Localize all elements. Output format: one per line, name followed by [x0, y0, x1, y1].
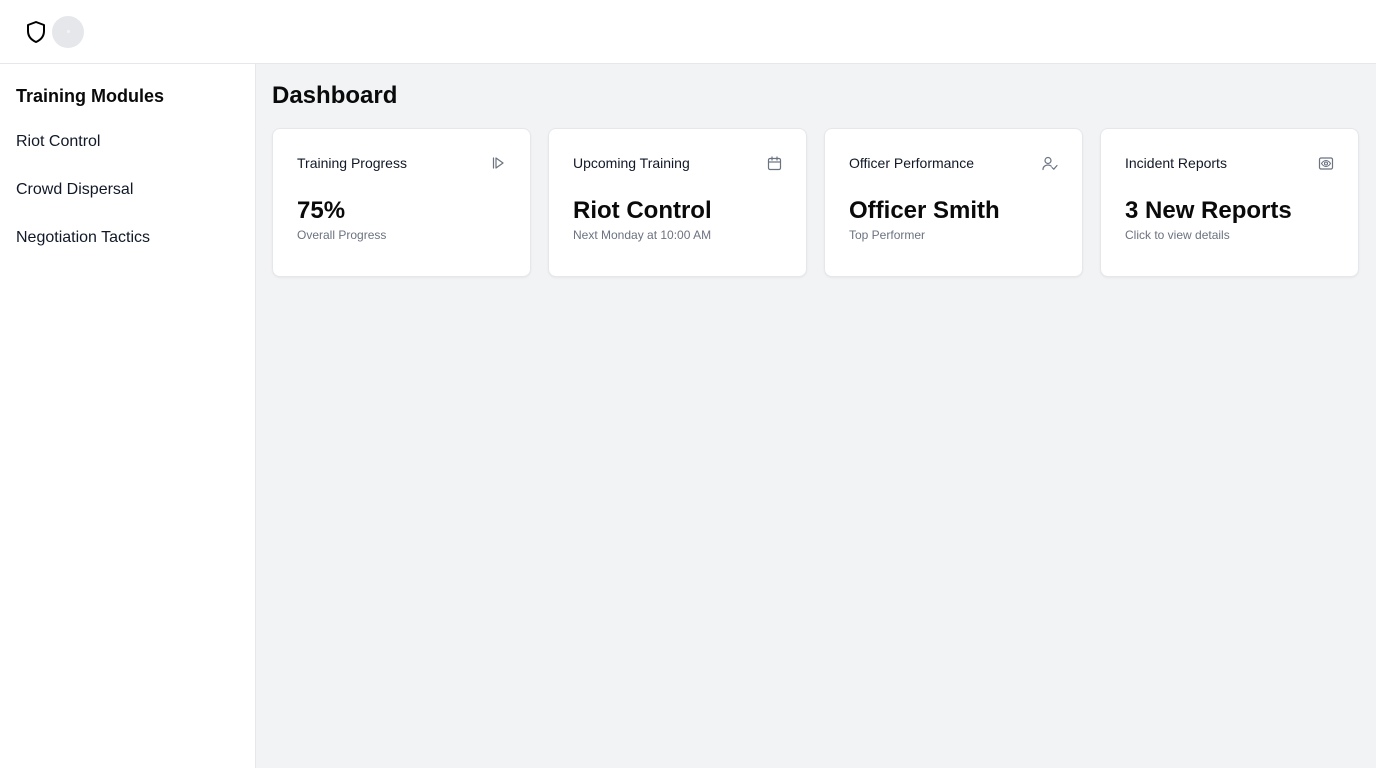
card-subtitle: Next Monday at 10:00 AM	[573, 228, 712, 242]
card-title: Officer Performance	[849, 155, 975, 171]
page-title: Dashboard	[272, 82, 398, 109]
sidebar-item-crowd-dispersal[interactable]: Crowd Dispersal	[16, 178, 239, 202]
avatar-placeholder	[66, 30, 70, 33]
incident-reports-card[interactable]: Incident Reports 3 New Reports Click to …	[1100, 128, 1359, 277]
card-title: Training Progress	[297, 155, 407, 171]
sidebar-item-riot-control[interactable]: Riot Control	[16, 130, 239, 154]
user-check-icon	[1042, 155, 1058, 171]
card-subtitle: Click to view details	[1125, 228, 1230, 242]
officer-performance-card[interactable]: Officer Performance Officer Smith Top Pe…	[824, 128, 1083, 277]
sidebar-item-negotiation-tactics[interactable]: Negotiation Tactics	[16, 226, 239, 250]
card-value: 75%	[297, 197, 346, 224]
calendar-icon	[766, 155, 782, 171]
shield-icon[interactable]	[24, 20, 48, 44]
card-subtitle: Top Performer	[849, 228, 926, 242]
upcoming-training-card[interactable]: Upcoming Training Riot Control Next Mond…	[548, 128, 807, 277]
card-title: Incident Reports	[1125, 155, 1227, 171]
card-grid: Training Progress 75% Overall Progress U…	[272, 128, 1360, 277]
avatar[interactable]	[52, 15, 84, 48]
card-value: Riot Control	[573, 197, 712, 224]
card-title: Upcoming Training	[573, 155, 690, 171]
play-icon	[490, 155, 506, 171]
sidebar: Training Modules Riot Control Crowd Disp…	[0, 64, 256, 768]
sidebar-title: Training Modules	[16, 86, 165, 106]
report-eye-icon	[1318, 155, 1334, 171]
card-value: 3 New Reports	[1125, 197, 1292, 224]
card-subtitle: Overall Progress	[297, 228, 387, 242]
main-content: Dashboard Training Progress 75% Overall …	[256, 64, 1376, 768]
top-bar	[0, 0, 1376, 64]
training-progress-card[interactable]: Training Progress 75% Overall Progress	[272, 128, 531, 277]
card-value: Officer Smith	[849, 197, 1000, 224]
